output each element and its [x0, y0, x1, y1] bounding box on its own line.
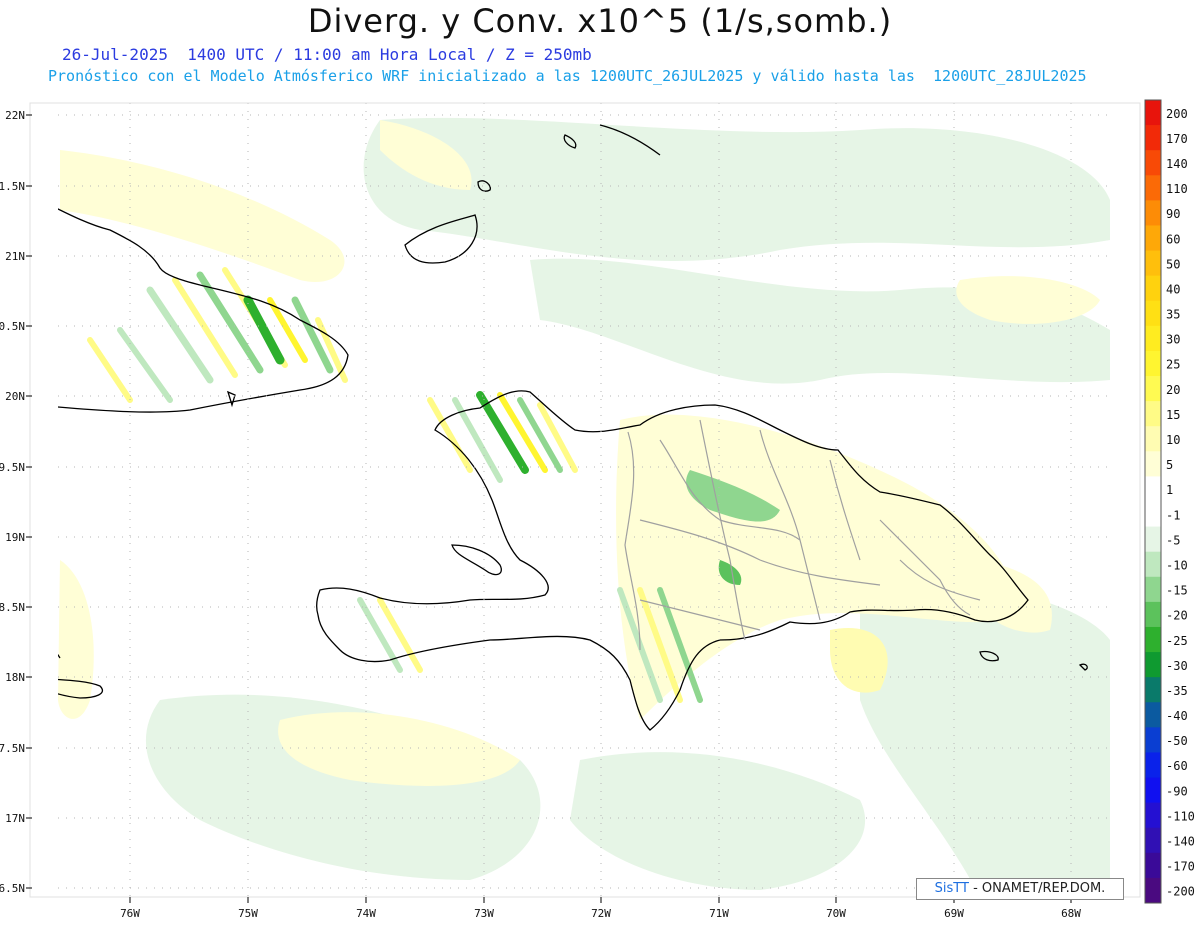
colorbar-swatch [1145, 576, 1161, 603]
credit-text: - ONAMET/REP.DOM. [968, 881, 1106, 896]
lat-labels: 22N 1.5N 21N 0.5N 20N 9.5N 19N 8.5N 18N … [0, 109, 25, 895]
lon-label: 69W [944, 907, 964, 920]
colorbar-label: 140 [1166, 157, 1188, 171]
lat-label: 21N [5, 250, 25, 263]
lon-label: 71W [709, 907, 729, 920]
credit-box: SisTT - ONAMET/REP.DOM. [916, 878, 1124, 900]
colorbar-label: -25 [1166, 634, 1188, 648]
jamaica-north [58, 653, 61, 659]
colorbar-swatch [1145, 150, 1161, 176]
colorbar-label: -15 [1166, 584, 1188, 598]
colorbar-label: 90 [1166, 207, 1180, 221]
colorbar-label: 40 [1166, 282, 1180, 296]
colorbar-label: -1 [1166, 508, 1180, 522]
colorbar-label: -10 [1166, 558, 1188, 572]
colorbar-label: -110 [1166, 809, 1195, 823]
colorbar-label: 5 [1166, 458, 1173, 472]
lat-label: 1.5N [0, 180, 25, 193]
colorbar-swatch [1145, 476, 1161, 502]
lat-label: 0.5N [0, 320, 25, 333]
colorbar-label: -40 [1166, 709, 1188, 723]
colorbar-swatch [1145, 877, 1161, 904]
colorbar-swatch [1145, 677, 1161, 703]
colorbar-label: 110 [1166, 182, 1188, 196]
colorbar-swatch [1145, 300, 1161, 327]
colorbar-label: 20 [1166, 383, 1180, 397]
colorbar-label: 200 [1166, 107, 1188, 121]
colorbar-swatch [1145, 852, 1161, 879]
colorbar-swatch [1145, 551, 1161, 578]
colorbar-label: 35 [1166, 308, 1180, 322]
colorbar-swatch [1145, 451, 1161, 477]
lat-label: 18N [5, 671, 25, 684]
colorbar-label: -60 [1166, 759, 1188, 773]
lon-label: 70W [826, 907, 846, 920]
colorbar-label: 10 [1166, 433, 1180, 447]
colorbar-label: -5 [1166, 533, 1180, 547]
colorbar-swatch [1145, 175, 1161, 201]
colorbar-label: 60 [1166, 232, 1180, 246]
colorbar-swatch [1145, 250, 1161, 277]
lat-label: 9.5N [0, 461, 25, 474]
colorbar-swatch [1145, 100, 1161, 126]
colorbar-swatch [1145, 752, 1161, 779]
colorbar-label: -140 [1166, 835, 1195, 849]
colorbar-label: -30 [1166, 659, 1188, 673]
colorbar-swatch [1145, 702, 1161, 728]
lon-label: 72W [591, 907, 611, 920]
colorbar-swatch [1145, 501, 1161, 528]
lon-label: 75W [238, 907, 258, 920]
colorbar-label: -170 [1166, 860, 1195, 874]
lon-label: 73W [474, 907, 494, 920]
colorbar-swatch [1145, 777, 1161, 804]
divergence-field [58, 103, 1110, 897]
colorbar-swatch [1145, 827, 1161, 854]
colorbar-swatch [1145, 727, 1161, 753]
colorbar-swatch [1145, 426, 1161, 452]
colorbar-swatch [1145, 601, 1161, 628]
colorbar-swatch [1145, 275, 1161, 302]
colorbar-label: -20 [1166, 609, 1188, 623]
colorbar-swatch [1145, 376, 1161, 402]
lat-label: 22N [5, 109, 25, 122]
colorbar-swatch [1145, 350, 1161, 377]
lat-label: 19N [5, 531, 25, 544]
colorbar-label: 30 [1166, 333, 1180, 347]
divergence-map: 22N 1.5N 21N 0.5N 20N 9.5N 19N 8.5N 18N … [0, 99, 1195, 920]
colorbar-label: 170 [1166, 132, 1188, 146]
colorbar-swatch [1145, 325, 1161, 352]
lat-label: 7.5N [0, 742, 25, 755]
lat-label: 8.5N [0, 601, 25, 614]
lat-label: 6.5N [0, 882, 25, 895]
colorbar-swatch [1145, 626, 1161, 653]
colorbar-label: -90 [1166, 784, 1188, 798]
lon-label: 74W [356, 907, 376, 920]
colorbar-label: 1 [1166, 483, 1173, 497]
colorbar-label: 15 [1166, 408, 1180, 422]
colorbar-swatch [1145, 802, 1161, 829]
colorbar-swatch [1145, 401, 1161, 427]
lat-label: 20N [5, 390, 25, 403]
colorbar-label: 50 [1166, 257, 1180, 271]
sistt-logo: SisTT [934, 881, 969, 896]
lon-label: 68W [1061, 907, 1081, 920]
lat-label: 17N [5, 812, 25, 825]
colorbar-label: -50 [1166, 734, 1188, 748]
colorbar-swatch [1145, 652, 1161, 678]
colorbar-label: -35 [1166, 684, 1188, 698]
colorbar-label: 25 [1166, 358, 1180, 372]
lon-label: 76W [120, 907, 140, 920]
colorbar: 200 170 140 110 90 60 50 40 35 30 25 20 15 10 5 1 -1 -5 -1… [1144, 99, 1195, 904]
lon-labels: 76W 75W 74W 73W 72W 71W 70W 69W 68W [120, 907, 1081, 920]
colorbar-swatch [1145, 200, 1161, 226]
colorbar-label: -200 [1166, 885, 1195, 899]
colorbar-swatch [1145, 125, 1161, 151]
colorbar-swatch [1145, 526, 1161, 553]
colorbar-swatch [1145, 225, 1161, 252]
